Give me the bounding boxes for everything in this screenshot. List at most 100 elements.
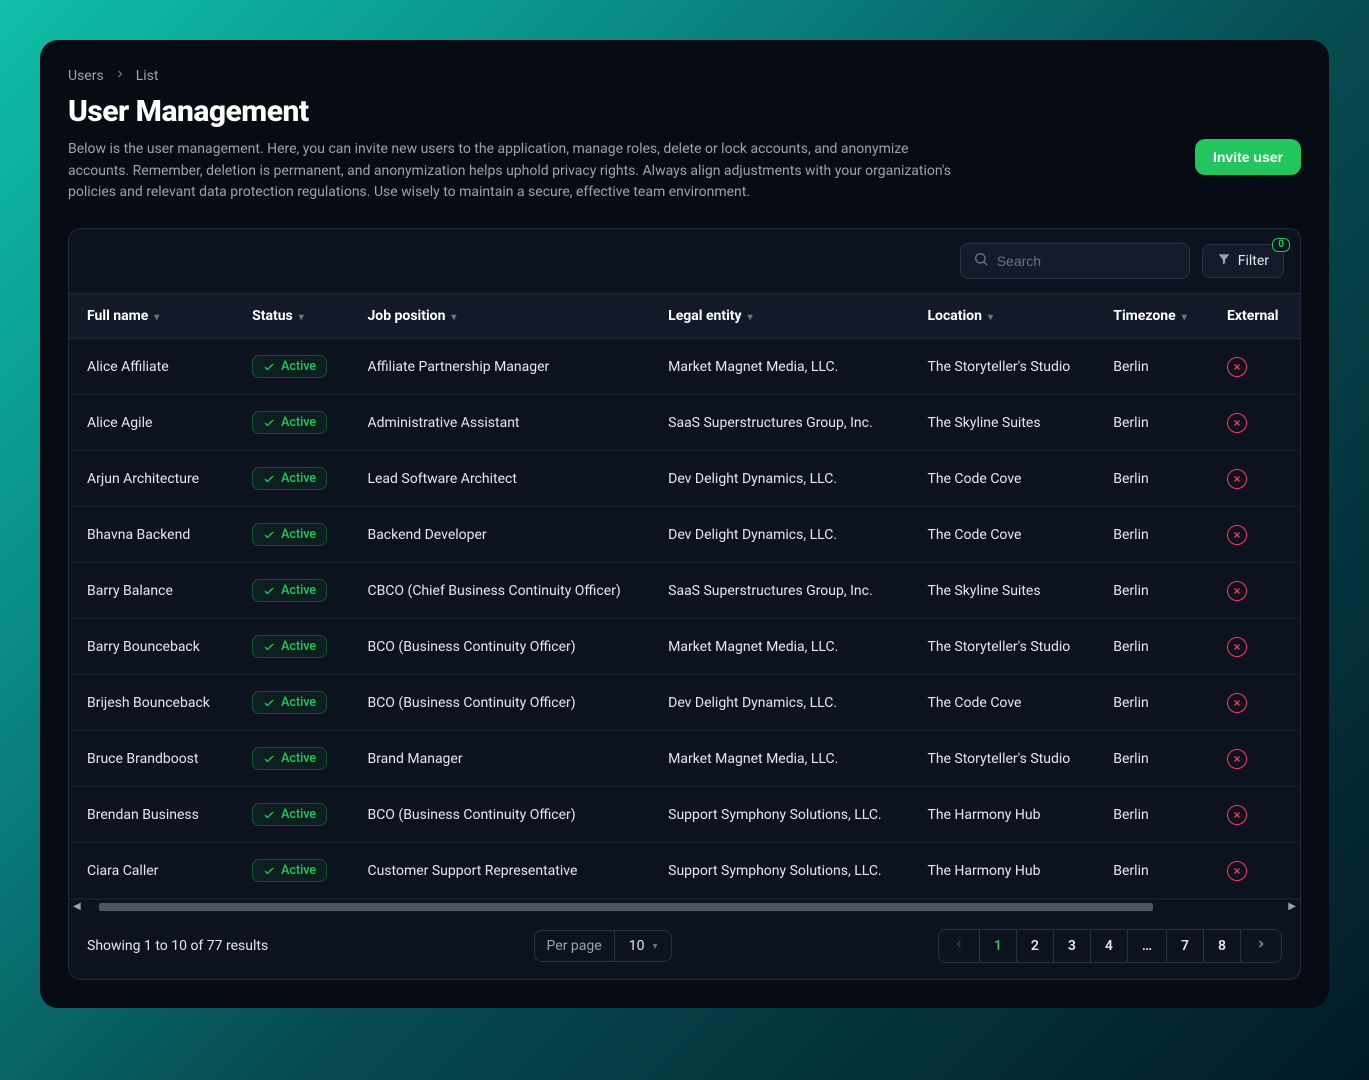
horizontal-scrollbar[interactable]: ◀ ▶ [69,899,1300,913]
cell-status: Active [234,675,349,731]
col-timezone[interactable]: Timezone▾ [1095,294,1209,339]
page-button[interactable]: 2 [1017,930,1054,962]
check-icon [263,529,275,541]
cell-entity: Dev Delight Dynamics, LLC. [650,507,909,563]
page-button[interactable]: 1 [980,930,1017,962]
breadcrumb-current[interactable]: List [136,68,159,84]
page-next-button[interactable] [1241,930,1281,962]
per-page-select[interactable]: 10 ▾ [614,931,672,961]
col-location[interactable]: Location▾ [909,294,1095,339]
cell-status: Active [234,563,349,619]
filter-label: Filter [1238,253,1269,269]
filter-button[interactable]: Filter 0 [1202,244,1284,278]
table-row[interactable]: Barry Balance Active CBCO (Chief Busines… [69,563,1300,619]
cell-entity: Market Magnet Media, LLC. [650,731,909,787]
chevron-down-icon: ▾ [748,312,753,323]
cell-full-name: Brijesh Bounceback [69,675,234,731]
check-icon [263,697,275,709]
status-badge: Active [252,803,327,826]
chevron-down-icon: ▾ [299,312,304,323]
invite-user-button[interactable]: Invite user [1195,139,1301,175]
x-circle-icon [1227,357,1247,377]
table-row[interactable]: Barry Bounceback Active BCO (Business Co… [69,619,1300,675]
check-icon [263,361,275,373]
cell-location: The Storyteller's Studio [909,619,1095,675]
cell-entity: Dev Delight Dynamics, LLC. [650,675,909,731]
status-badge: Active [252,523,327,546]
chevron-right-icon [1255,938,1267,950]
table-row[interactable]: Ciara Caller Active Customer Support Rep… [69,843,1300,899]
page-button[interactable]: 4 [1091,930,1128,962]
check-icon [263,641,275,653]
check-icon [263,473,275,485]
cell-entity: Support Symphony Solutions, LLC. [650,843,909,899]
per-page-label: Per page [535,931,614,961]
cell-job: BCO (Business Continuity Officer) [349,619,650,675]
col-external[interactable]: External [1209,294,1300,339]
table-footer: Showing 1 to 10 of 77 results Per page 1… [69,913,1300,979]
cell-entity: Support Symphony Solutions, LLC. [650,787,909,843]
cell-location: The Code Cove [909,675,1095,731]
cell-external [1209,619,1300,675]
x-circle-icon [1227,861,1247,881]
page-button[interactable]: 8 [1204,930,1241,962]
scroll-left-icon[interactable]: ◀ [69,901,85,912]
table-toolbar: Filter 0 [69,229,1300,294]
cell-location: The Code Cove [909,507,1095,563]
status-badge: Active [252,411,327,434]
col-job[interactable]: Job position▾ [349,294,650,339]
status-badge: Active [252,579,327,602]
cell-timezone: Berlin [1095,395,1209,451]
cell-external [1209,395,1300,451]
table-row[interactable]: Bruce Brandboost Active Brand Manager Ma… [69,731,1300,787]
check-icon [263,585,275,597]
per-page-selector[interactable]: Per page 10 ▾ [534,930,673,962]
page-prev-button[interactable] [939,930,980,962]
table-row[interactable]: Alice Agile Active Administrative Assist… [69,395,1300,451]
cell-location: The Harmony Hub [909,787,1095,843]
cell-full-name: Alice Affiliate [69,339,234,395]
cell-job: Lead Software Architect [349,451,650,507]
cell-timezone: Berlin [1095,675,1209,731]
col-entity[interactable]: Legal entity▾ [650,294,909,339]
cell-location: The Skyline Suites [909,395,1095,451]
cell-entity: Market Magnet Media, LLC. [650,339,909,395]
cell-external [1209,731,1300,787]
search-input-wrapper[interactable] [960,243,1190,279]
cell-timezone: Berlin [1095,787,1209,843]
col-status[interactable]: Status▾ [234,294,349,339]
chevron-left-icon [953,938,965,950]
page-button[interactable]: 7 [1167,930,1204,962]
scroll-right-icon[interactable]: ▶ [1284,901,1300,912]
search-input[interactable] [997,253,1177,269]
x-circle-icon [1227,469,1247,489]
chevron-down-icon: ▾ [1182,312,1187,323]
cell-external [1209,507,1300,563]
cell-job: BCO (Business Continuity Officer) [349,787,650,843]
page-button[interactable]: 3 [1054,930,1091,962]
scrollbar-thumb[interactable] [99,903,1153,911]
cell-status: Active [234,339,349,395]
status-badge: Active [252,747,327,770]
pagination: 1234…78 [938,929,1282,963]
col-full-name[interactable]: Full name▾ [69,294,234,339]
cell-external [1209,843,1300,899]
cell-full-name: Ciara Caller [69,843,234,899]
x-circle-icon [1227,413,1247,433]
table-row[interactable]: Brendan Business Active BCO (Business Co… [69,787,1300,843]
check-icon [263,417,275,429]
cell-job: Affiliate Partnership Manager [349,339,650,395]
table-row[interactable]: Bhavna Backend Active Backend Developer … [69,507,1300,563]
results-summary: Showing 1 to 10 of 77 results [87,938,268,954]
table-row[interactable]: Alice Affiliate Active Affiliate Partner… [69,339,1300,395]
main-panel: Users List User Management Below is the … [40,40,1329,1008]
table-row[interactable]: Arjun Architecture Active Lead Software … [69,451,1300,507]
status-badge: Active [252,691,327,714]
breadcrumb-root[interactable]: Users [68,68,104,84]
cell-entity: Market Magnet Media, LLC. [650,619,909,675]
table-row[interactable]: Brijesh Bounceback Active BCO (Business … [69,675,1300,731]
cell-location: The Code Cove [909,451,1095,507]
cell-status: Active [234,619,349,675]
page-title: User Management [68,94,1301,129]
chevron-right-icon [114,68,126,84]
